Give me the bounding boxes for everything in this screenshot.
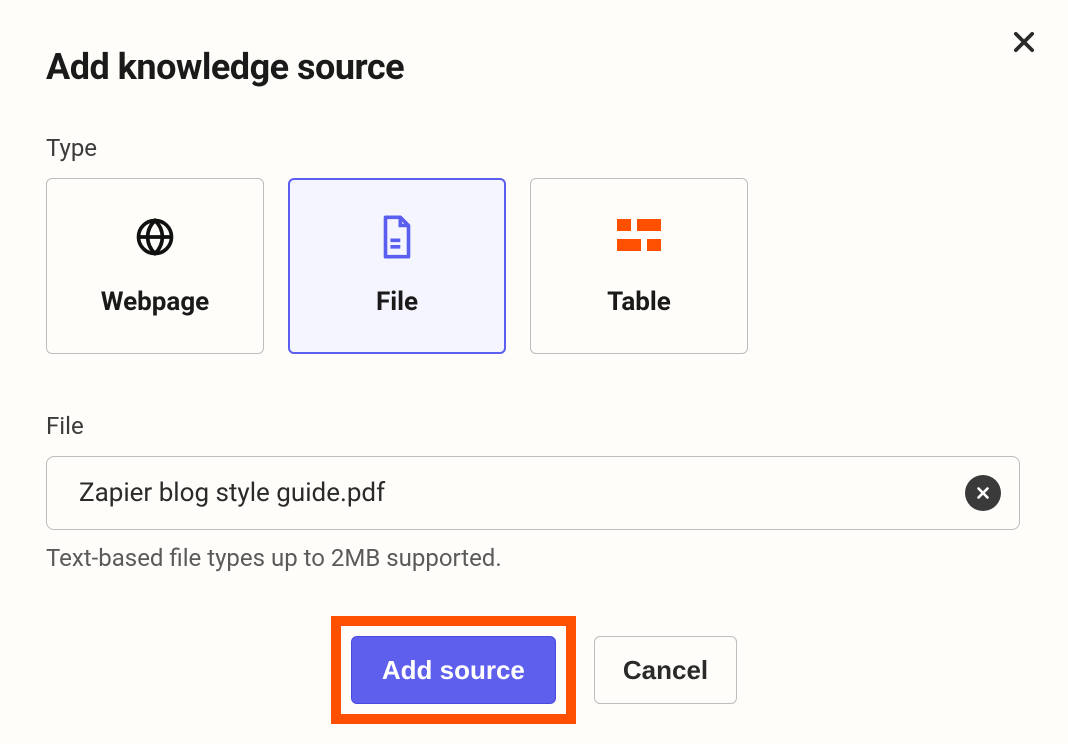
primary-action-highlight: Add source <box>331 616 576 724</box>
modal-title: Add knowledge source <box>46 46 1022 88</box>
type-label: Type <box>46 134 1022 162</box>
file-hint: Text-based file types up to 2MB supporte… <box>46 544 1022 572</box>
close-icon <box>1010 28 1038 56</box>
file-label: File <box>46 412 1022 440</box>
type-option-label: Table <box>607 287 671 317</box>
modal-body: Add knowledge source Type Webpage <box>0 0 1068 724</box>
cancel-button[interactable]: Cancel <box>594 636 737 704</box>
type-option-webpage[interactable]: Webpage <box>46 178 264 354</box>
clear-file-button[interactable] <box>965 475 1001 511</box>
add-source-button[interactable]: Add source <box>351 636 556 704</box>
table-icon <box>617 215 661 259</box>
close-circle-icon <box>974 484 992 502</box>
type-option-label: Webpage <box>101 287 209 317</box>
type-options: Webpage File Ta <box>46 178 1022 354</box>
file-name-value: Zapier blog style guide.pdf <box>79 478 965 508</box>
file-input[interactable]: Zapier blog style guide.pdf <box>46 456 1020 530</box>
type-option-file[interactable]: File <box>288 178 506 354</box>
file-icon <box>377 215 417 259</box>
close-button[interactable] <box>1010 28 1038 60</box>
type-option-label: File <box>376 287 418 317</box>
globe-icon <box>133 215 177 259</box>
modal-actions: Add source Cancel <box>46 616 1022 724</box>
type-option-table[interactable]: Table <box>530 178 748 354</box>
